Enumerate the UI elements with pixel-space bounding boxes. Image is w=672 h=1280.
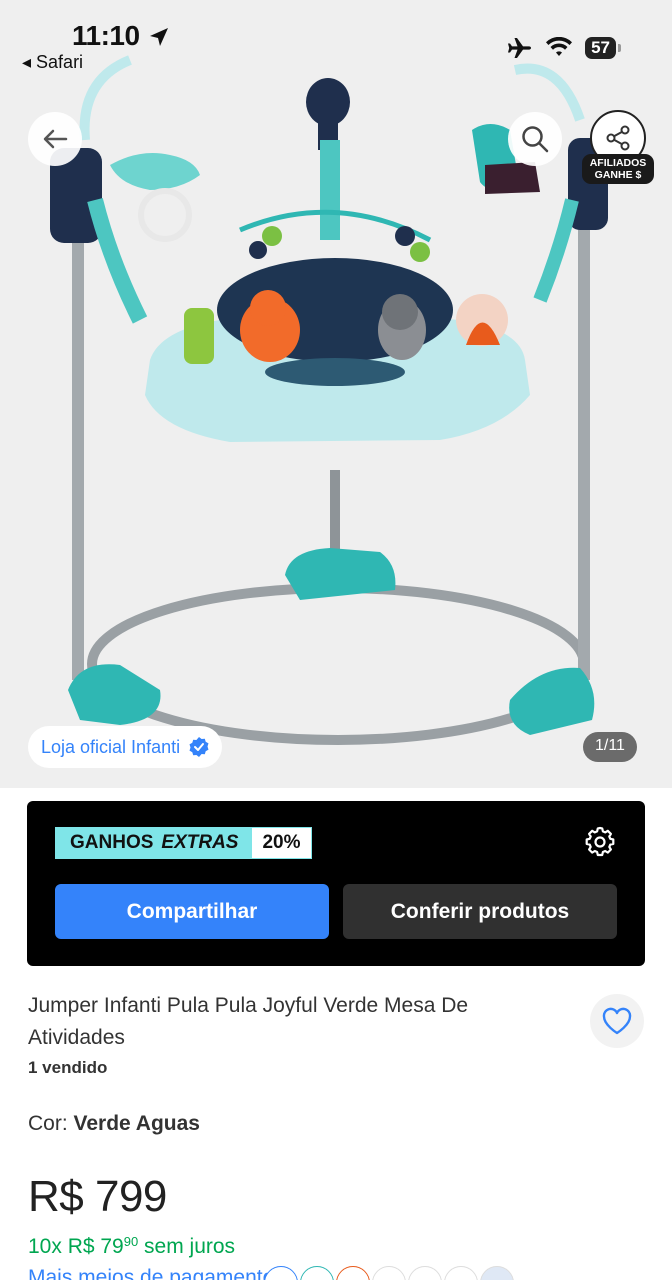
affiliate-tag-line1: AFILIADOS [589, 157, 647, 169]
gains-percent: 20% [252, 828, 311, 858]
share-button[interactable]: Compartilhar [55, 884, 329, 939]
back-button[interactable] [28, 112, 82, 166]
back-arrow-icon [43, 129, 68, 149]
product-image-gallery[interactable]: AFILIADOS GANHE $ Loja oficial Infanti 1… [0, 0, 672, 788]
product-image [50, 55, 608, 745]
installments-info: 10x R$ 7990 sem juros [28, 1234, 235, 1259]
status-bar: 11:10 ◂ Safari 57 [0, 0, 672, 80]
affiliate-tag-line2: GANHE $ [594, 169, 642, 181]
gear-icon[interactable] [583, 825, 617, 859]
battery-level: 57 [585, 37, 621, 59]
store-label: Loja oficial Infanti [41, 736, 181, 757]
payment-icon [480, 1266, 514, 1280]
back-to-safari[interactable]: ◂ Safari [22, 52, 83, 73]
sold-count: 1 vendido [28, 1058, 108, 1077]
wifi-icon [546, 37, 573, 56]
status-time: 11:10 [72, 20, 140, 51]
gains-text: GANHOS [70, 832, 154, 853]
extra-gains-badge: GANHOS EXTRAS 20% [55, 827, 312, 859]
share-icon [606, 125, 630, 151]
affiliate-promo-panel: GANHOS EXTRAS 20% Compartilhar Conferir … [27, 801, 645, 966]
installments-prefix: 10x R$ 79 [28, 1235, 124, 1258]
color-value: Verde Aguas [73, 1112, 200, 1135]
gains-extra-text: EXTRAS [161, 832, 239, 853]
heart-icon [602, 1007, 632, 1035]
color-selector[interactable]: Cor: Verde Aguas [28, 1112, 200, 1136]
more-payment-link[interactable]: Mais meios de pagamento [28, 1266, 274, 1280]
payment-icon [336, 1266, 370, 1280]
search-icon [522, 126, 549, 153]
status-indicators: 57 [507, 36, 621, 60]
product-price: R$ 799 [28, 1172, 167, 1221]
affiliate-share-button[interactable]: AFILIADOS GANHE $ [582, 108, 654, 190]
product-title: Jumper Infanti Pula Pula Joyful Verde Me… [28, 994, 469, 1049]
check-products-button[interactable]: Conferir produtos [343, 884, 617, 939]
verified-icon [189, 737, 209, 757]
payment-icon [444, 1266, 478, 1280]
payment-methods-row[interactable]: Mais meios de pagamento [28, 1266, 668, 1280]
installments-cents: 90 [123, 1234, 139, 1249]
airplane-icon [508, 38, 532, 58]
gains-label: GANHOS EXTRAS [56, 828, 253, 858]
color-label: Cor: [28, 1112, 74, 1135]
image-counter: 1/11 [583, 732, 637, 762]
official-store-badge[interactable]: Loja oficial Infanti [28, 726, 223, 768]
location-arrow-icon [150, 28, 168, 46]
favorite-button[interactable] [590, 994, 644, 1048]
payment-icon [300, 1266, 334, 1280]
affiliate-tag: AFILIADOS GANHE $ [582, 154, 654, 184]
search-button[interactable] [508, 112, 562, 166]
payment-icon [408, 1266, 442, 1280]
payment-icon [372, 1266, 406, 1280]
installments-suffix: sem juros [138, 1235, 236, 1258]
